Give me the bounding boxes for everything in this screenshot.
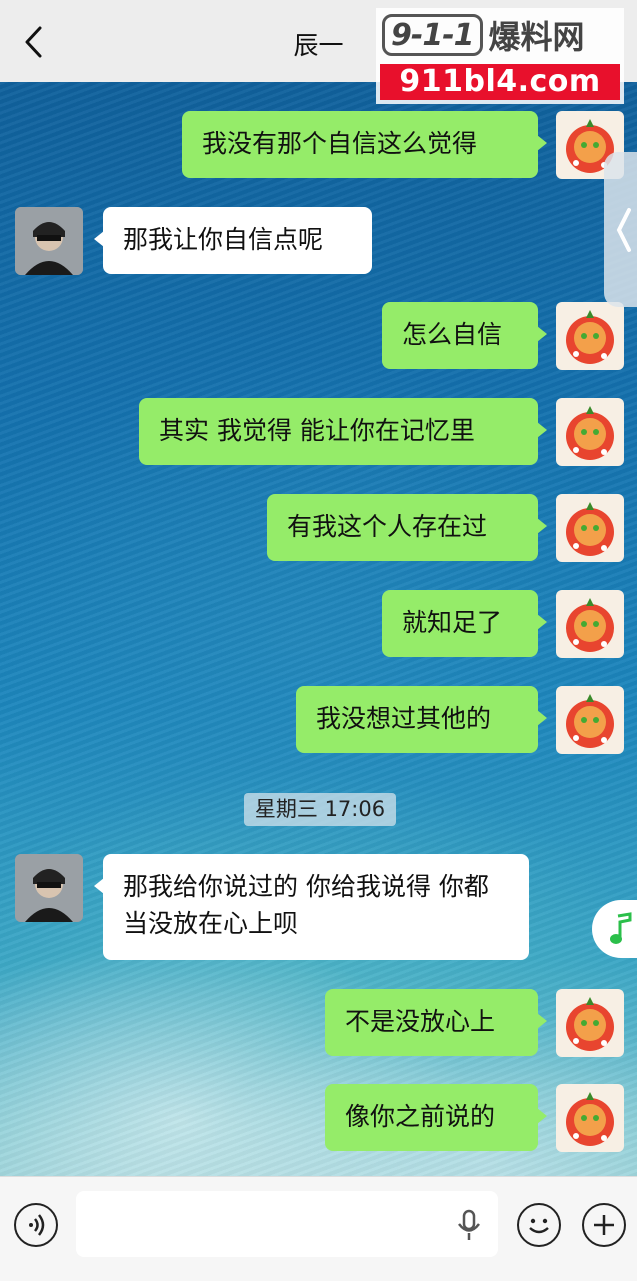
message-bubble[interactable]: 那我给你说过的 你给我说得 你都当没放在心上呗 [94, 854, 529, 960]
message-bubble[interactable]: 有我这个人存在过 [267, 494, 547, 561]
side-tab[interactable] [604, 152, 637, 307]
contact-avatar[interactable] [15, 854, 83, 922]
watermark: 9-1-1 爆料网 911bl4.com [376, 8, 624, 104]
plus-icon [594, 1215, 614, 1235]
music-note-icon [610, 912, 632, 944]
voice-icon [29, 1214, 45, 1236]
message-text: 其实 我觉得 能让你在记忆里 [159, 416, 475, 445]
emoji-button[interactable] [517, 1203, 561, 1247]
my-avatar[interactable] [556, 302, 624, 370]
message-text: 我没想过其他的 [316, 704, 492, 733]
my-avatar[interactable] [556, 1084, 624, 1152]
my-avatar[interactable] [556, 398, 624, 466]
message-text: 我没有那个自信这么觉得 [202, 129, 478, 158]
my-avatar[interactable] [556, 686, 624, 754]
message-bubble[interactable]: 那我让你自信点呢 [94, 207, 372, 274]
message-text: 那我给你说过的 你给我说得 你都当没放在心上呗 [123, 872, 489, 938]
message-bubble[interactable]: 其实 我觉得 能让你在记忆里 [139, 398, 547, 465]
message-text: 不是没放心上 [345, 1007, 496, 1036]
message-text: 像你之前说的 [345, 1102, 496, 1131]
chat-background [0, 0, 637, 1280]
contact-avatar[interactable] [15, 207, 83, 275]
message-text: 就知足了 [402, 608, 503, 637]
message-bubble[interactable]: 我没有那个自信这么觉得 [182, 111, 547, 178]
input-bar [0, 1176, 637, 1281]
emoji-icon [529, 1218, 549, 1234]
message-bubble[interactable]: 不是没放心上 [325, 989, 547, 1056]
mic-icon[interactable] [456, 1209, 482, 1243]
side-tab-icon [616, 208, 631, 252]
message-timestamp: 星期三 17:06 [244, 793, 396, 826]
message-text: 有我这个人存在过 [287, 512, 488, 541]
message-input[interactable] [76, 1191, 498, 1257]
my-avatar[interactable] [556, 989, 624, 1057]
my-avatar[interactable] [556, 494, 624, 562]
message-bubble[interactable]: 怎么自信 [382, 302, 547, 369]
watermark-badge: 9-1-1 [382, 14, 483, 56]
message-text: 那我让你自信点呢 [123, 225, 324, 254]
watermark-url: 911bl4.com [380, 64, 620, 100]
my-avatar[interactable] [556, 590, 624, 658]
watermark-name: 爆料网 [488, 18, 585, 56]
message-text: 怎么自信 [402, 320, 503, 349]
add-button[interactable] [582, 1203, 626, 1247]
message-bubble[interactable]: 我没想过其他的 [296, 686, 547, 753]
message-bubble[interactable]: 像你之前说的 [325, 1084, 547, 1151]
voice-toggle-button[interactable] [14, 1203, 58, 1247]
message-bubble[interactable]: 就知足了 [382, 590, 547, 657]
